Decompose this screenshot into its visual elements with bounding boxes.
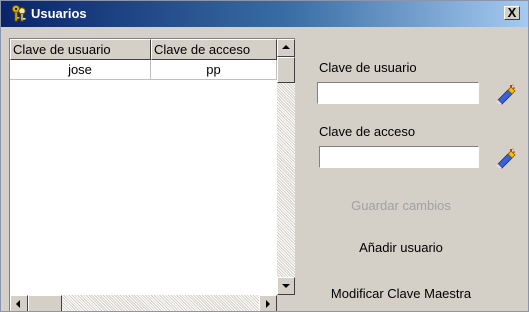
column-header-user[interactable]: Clave de usuario <box>10 39 151 60</box>
cell-user[interactable]: jose <box>10 60 151 80</box>
vertical-scrollbar[interactable] <box>277 39 295 295</box>
modify-master-key-button[interactable]: Modificar Clave Maestra <box>317 286 485 302</box>
users-table[interactable]: Clave de usuario Clave de acceso jose pp <box>9 38 295 311</box>
usuarios-window: Usuarios X Clave de usuario Clave de acc… <box>0 0 529 312</box>
cell-password[interactable]: pp <box>151 60 277 80</box>
access-key-label: Clave de acceso <box>319 124 416 139</box>
access-key-input[interactable] <box>319 146 479 168</box>
table-row[interactable]: jose pp <box>10 60 277 80</box>
scrollbar-corner <box>277 295 295 311</box>
scroll-down-button[interactable] <box>277 277 295 295</box>
arrow-left-icon <box>16 300 20 308</box>
eraser-icon[interactable] <box>494 83 516 105</box>
scroll-left-button[interactable] <box>10 295 28 311</box>
scroll-up-button[interactable] <box>277 39 295 57</box>
eraser-icon[interactable] <box>494 147 516 169</box>
vertical-scroll-thumb[interactable] <box>277 57 295 83</box>
user-key-input[interactable] <box>317 82 479 104</box>
title-bar[interactable]: Usuarios X <box>1 1 528 27</box>
window-title: Usuarios <box>31 6 87 21</box>
scroll-right-button[interactable] <box>259 295 277 311</box>
arrow-up-icon <box>282 45 290 49</box>
arrow-down-icon <box>282 284 290 288</box>
add-user-button[interactable]: Añadir usuario <box>335 240 467 256</box>
keys-icon <box>11 4 26 22</box>
table-header: Clave de usuario Clave de acceso <box>10 39 277 60</box>
horizontal-scroll-thumb[interactable] <box>28 295 62 311</box>
save-changes-button[interactable]: Guardar cambios <box>335 198 467 214</box>
close-button[interactable]: X <box>504 5 520 20</box>
column-header-password[interactable]: Clave de acceso <box>151 39 277 60</box>
user-key-label: Clave de usuario <box>319 60 417 75</box>
arrow-right-icon <box>266 300 270 308</box>
close-icon: X <box>507 5 517 20</box>
horizontal-scrollbar[interactable] <box>10 295 277 311</box>
